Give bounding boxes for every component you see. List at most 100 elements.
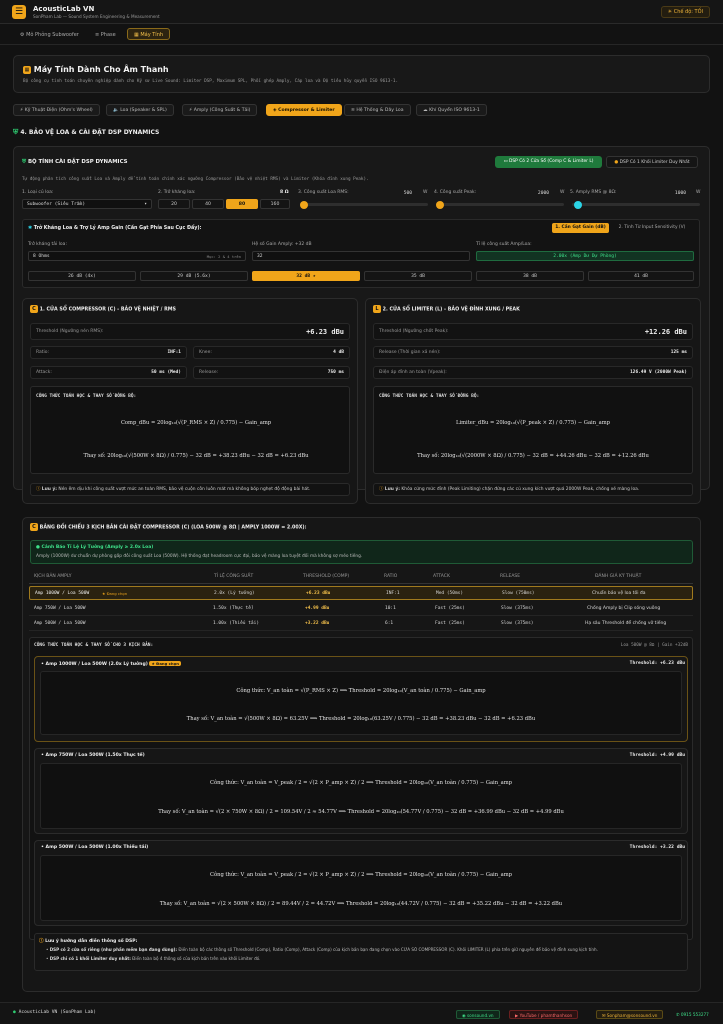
main-nav: ⚙ Mô Phỏng Subwoofer ≡ Phase ▦ Máy Tính (0, 27, 723, 42)
subtab-speaker[interactable]: 🔈 Loa (Speaker & SPL) (106, 104, 174, 116)
ratio-warning (30, 540, 693, 564)
check-icon: ● (36, 545, 40, 550)
shield-icon: ⛨ (13, 128, 19, 136)
load-field[interactable]: 8 Ohms Mục: 2 & 4 trên (28, 251, 246, 261)
peak-slider-knob[interactable] (436, 200, 444, 209)
comp-note: ⓘ Lưu ý: Nén êm dịu khi công suất vượt m… (30, 483, 350, 496)
impedance-opt-8[interactable]: 80 (226, 199, 258, 209)
gain-input[interactable]: 32 (252, 251, 470, 261)
scenario-formula: Công thức: V_an toàn = V_peak / 2 = √(2 … (210, 780, 512, 786)
col-threshold: THRESHOLD (COMP) (303, 574, 350, 579)
compressor-title: 1. CỬA SỔ COMPRESSOR (C) - BẢO VỆ NHIỆT … (39, 307, 176, 313)
subtab-iso[interactable]: ☁ Khí Quyển ISO 9613-1 (416, 104, 487, 116)
lim-formula-title: CÔNG THỨC TOÁN HỌC & THAY SỐ ĐỒNG BỘ: (379, 394, 480, 399)
subtab-compressor[interactable]: ◈ Compressor & Limiter (266, 104, 342, 116)
gain-opt-41[interactable]: 41 dB (588, 271, 694, 281)
comp-release-row: Release: 750 ms (193, 366, 350, 379)
tab-input-sensitivity[interactable]: 2. Tính Từ Input Sensitivity (V) (612, 223, 692, 233)
ratio-output: 2.00x (Amp Dư Dự Phòng) (476, 251, 694, 261)
chevron-down-icon: ▾ (144, 202, 147, 207)
load-label: Trở kháng tải loa: (28, 242, 67, 247)
rms-label: 3. Công suất Loa RMS: (298, 190, 349, 195)
limiter-title: 2. CỬA SỔ LIMITER (L) - BẢO VỆ ĐỈNH XUNG… (382, 307, 520, 313)
scenario-threshold: Threshold: +3.22 dBu (629, 845, 685, 850)
gain-opt-35[interactable]: 35 dB (364, 271, 472, 281)
footer-phone[interactable]: ✆ 0915 553277 (671, 1010, 714, 1019)
compare-c-icon: C (30, 523, 38, 531)
subtab-amp[interactable]: ⚡ Amply (Công Suất & Tải) (182, 104, 258, 116)
bullet-icon: • (41, 753, 44, 758)
theme-toggle-button[interactable]: ☀ Chế độ: TỐI (660, 6, 710, 18)
col-ratio-power: TỈ LỆ CÔNG SUẤT (214, 574, 254, 579)
gain-opt-26[interactable]: 26 dB (4x) (28, 271, 136, 281)
speaker-type-label: 1. Loại củ loa: (22, 190, 54, 195)
footer-email-link[interactable]: ✉ Sonpham@sonsound.vn (596, 1010, 664, 1019)
table-row[interactable]: Amp 500W / Loa 500W 1.00x (Thiếu tải) +3.… (29, 617, 693, 631)
footer-youtube-link[interactable]: ▶ YouTube / phamthanhson (509, 1010, 579, 1019)
table-row-selected[interactable]: Amp 1000W / Loa 500W ★ Đang chọn 2.0x (Lý… (29, 586, 693, 600)
comp-threshold-value: +6.23 dBu (306, 328, 344, 336)
footer: ● AcousticLab VN (SonPham Lab) ◉ sonsoun… (0, 1002, 723, 1024)
comp-formula-title: CÔNG THỨC TOÁN HỌC & THAY SỐ ĐỒNG BỘ: (36, 394, 137, 399)
lim-threshold-row: Threshold (Ngưỡng chốt Peak): +12.26 dBu (373, 323, 693, 340)
tab-phase[interactable]: ≡ Phase (88, 28, 123, 40)
calc-title: BỘ TÍNH CÀI ĐẶT DSP DYNAMICS (27, 159, 128, 165)
gain-opt-32[interactable]: 32 dB ★ (252, 271, 360, 281)
bullet-icon: • (41, 662, 44, 667)
scenario-formula-meta: Loa 500W @ 8Ω | Gain +32dB (620, 643, 688, 648)
lim-volt-row: Điện áp đỉnh an toàn (Vpeak): 126.49 V (2… (373, 366, 693, 379)
scenario-formula-title: CÔNG THỨC TOÁN HỌC & THAY SỐ CHO 3 KỊCH … (34, 643, 154, 648)
rms-slider-knob[interactable] (300, 200, 308, 209)
compare-title: BẢNG ĐỐI CHIẾU 3 KỊCH BẢN CÀI ĐẶT COMPRE… (39, 525, 307, 531)
shield-icon: ⛨ (22, 159, 27, 165)
gain-opt-38[interactable]: 38 dB (476, 271, 584, 281)
tab-calculator[interactable]: ▦ Máy Tính (127, 28, 171, 40)
gain-opt-29[interactable]: 29 dB (5.6x) (140, 271, 248, 281)
tab-subwoofer[interactable]: ⚙ Mô Phỏng Subwoofer (13, 28, 86, 40)
tab-gain-db[interactable]: 1. Cần Gạt Gain (dB) (552, 223, 609, 233)
peak-input[interactable]: 2000 (531, 189, 553, 199)
lim-formula-box (373, 386, 693, 474)
subtab-system[interactable]: ≋ Hệ Thống & Dây Loa (344, 104, 411, 116)
page-title-card: ▦ Máy Tính Dành Cho Âm Thanh Bộ công cụ … (13, 55, 710, 93)
peak-label: 4. Công suất Peak: (434, 190, 477, 195)
mode-1-limiter-button[interactable]: ● DSP Có 1 Khối Limiter Duy Nhất (606, 156, 698, 168)
scenario-substitution: Thay số: V_an toàn = √(2 × 750W × 8Ω) / … (158, 809, 564, 815)
impedance-opt-4[interactable]: 40 (192, 199, 224, 209)
subtab-ohm[interactable]: ⚡ Kỹ Thuật Điện (Ohm's Wheel) (13, 104, 100, 116)
menu-icon[interactable]: ☰ (12, 5, 26, 19)
impedance-value: 8 Ω (280, 190, 289, 195)
info-icon: ⓘ (39, 939, 44, 944)
status-dot-icon: ● (13, 1010, 16, 1015)
lim-release-row: Release (Thời gian xả nén): 125 ms (373, 346, 693, 359)
comp-formula-substitution: Thay số: 20log₁₀(√(500W × 8Ω) / 0.775) −… (83, 453, 309, 459)
amp-rms-input[interactable]: 1000 (668, 189, 690, 199)
lim-note: ⓘ Lưu ý: Khóa cứng mức đỉnh (Peak Limiti… (373, 483, 693, 496)
table-row[interactable]: Amp 750W / Loa 500W 1.50x (Thực tế) +4.99… (29, 602, 693, 616)
section-title: 4. BẢO VỆ LOA & CÀI ĐẶT DSP DYNAMICS (20, 129, 160, 136)
comp-ratio-row: Ratio: INF:1 (30, 346, 187, 359)
bullet-icon: • (41, 845, 44, 850)
lim-formula-substitution: Thay số: 20log₁₀(√(2000W × 8Ω) / 0.775) … (417, 453, 649, 459)
scenario-substitution: Thay số: V_an toàn = √(500W × 8Ω) = 63.2… (186, 716, 536, 722)
mode-2-windows-button[interactable]: ▭ DSP Có 2 Cửa Sổ (Comp C & Limiter L) (495, 156, 602, 168)
scenario-threshold: Threshold: +4.99 dBu (629, 753, 685, 758)
rms-input[interactable]: 500 (398, 189, 416, 199)
selected-badge: ★ Đang chọn (149, 661, 181, 666)
footer-web-link[interactable]: ◉ sonsound.vn (456, 1010, 500, 1019)
impedance-opt-16[interactable]: 160 (260, 199, 290, 209)
gear-icon: ✱ (28, 226, 33, 231)
amp-rms-slider-knob[interactable] (574, 200, 582, 209)
page-desc: Bộ công cụ tính toán chuyên nghiệp dành … (23, 79, 399, 84)
app-title: AcousticLab VN (33, 5, 95, 13)
amp-rms-slider[interactable] (572, 200, 700, 209)
impedance-label: 2. Trở kháng loa: (158, 190, 196, 195)
peak-slider[interactable] (436, 200, 564, 209)
impedance-opt-2[interactable]: 20 (158, 199, 190, 209)
col-release: RELEASE (500, 574, 521, 579)
compressor-c-icon: C (30, 305, 38, 313)
calculator-icon: ▦ (23, 65, 31, 74)
comp-knee-row: Knee: 4 dB (193, 346, 350, 359)
rms-slider[interactable] (300, 200, 428, 209)
speaker-type-select[interactable]: Subwoofer (Siêu Trầm) ▾ (22, 199, 152, 209)
